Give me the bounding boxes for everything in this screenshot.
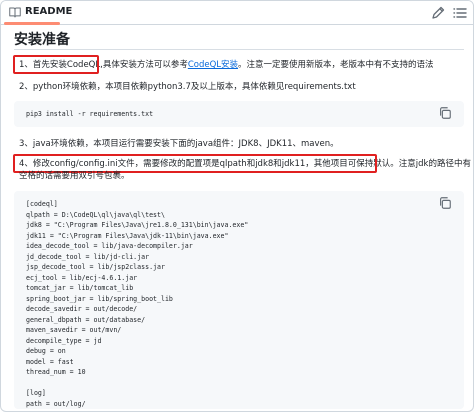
title-divider [14, 49, 464, 50]
copy-icon[interactable] [438, 106, 452, 120]
codeql-install-link[interactable]: CodeQL安装 [188, 60, 238, 70]
config-line: qlpath = D:\CodeQL\ql\java\ql\test\ [26, 210, 165, 219]
step-1-tail: 。注意一定要使用新版本，老版本中有不支持的语法 [238, 60, 434, 70]
config-line: jd_decode_tool = lib/jd-cli.jar [26, 252, 150, 261]
config-code-block: [codeql] qlpath = D:\CodeQL\ql\java\ql\t… [14, 191, 464, 409]
step-4-line-2: 空格的话需要用双引号包裹。 [19, 171, 130, 181]
config-line: tomcat_jar = lib/tomcat_lib [26, 284, 134, 292]
highlight-box-step-1 [13, 55, 99, 74]
config-line: maven_savedir = out/mvn/ [26, 326, 122, 334]
config-line: [log] [26, 389, 46, 397]
readme-header: README [1, 1, 473, 25]
config-line: decode_savedir = out/decode/ [26, 305, 138, 313]
config-line: decompile_type = jd [26, 336, 102, 345]
book-icon [9, 7, 21, 18]
config-ini-content: [codeql] qlpath = D:\CodeQL\ql\java\ql\t… [26, 199, 248, 409]
step-1-mid: 具体安装方法可以参考 [102, 60, 188, 70]
pip-code-block: pip3 install -r requirements.txt [14, 101, 464, 127]
config-line: general_dbpath = out/database/ [26, 315, 146, 324]
readme-tab-label[interactable]: README [25, 6, 72, 17]
page-title: 安装准备 [14, 32, 70, 48]
config-line: path = out/log/ [26, 399, 86, 408]
config-line: jdk8 = "C:\Program Files\Java\jre1.8.0_1… [26, 221, 249, 229]
step-3-paragraph: 3、java环境依赖，本项目运行需要安装下面的java组件：JDK8、JDK11… [19, 139, 339, 149]
active-tab-indicator [4, 22, 60, 25]
config-line: ecj_tool = lib/ecj-4.6.1.jar [26, 273, 138, 282]
config-line: [codeql] [26, 200, 58, 208]
copy-icon[interactable] [438, 196, 452, 210]
step-2-paragraph: 2、python环境依赖，本项目依赖python3.7及以上版本，具体依赖见re… [19, 82, 356, 92]
config-line: jdk11 = "C:\Program Files\Java\jdk-11\bi… [26, 231, 229, 240]
config-line: thread_num = 10 [26, 368, 86, 376]
pencil-icon[interactable] [430, 5, 446, 21]
config-line: jsp_decode_tool = lib/jsp2class.jar [26, 263, 165, 271]
config-line: debug = on [26, 347, 66, 355]
config-line: spring_boot_jar = lib/spring_boot_lib [26, 294, 173, 303]
step-4-tail: 注意jdk的路径中有 [398, 159, 471, 169]
list-icon[interactable] [452, 5, 468, 21]
config-line: model = fast [26, 357, 74, 366]
readme-panel: README 安装准备 1、首先安装CodeQL,具体安装方法可以参考CodeQ… [0, 0, 474, 412]
pip-command: pip3 install -r requirements.txt [26, 110, 154, 118]
config-line: idea_decode_tool = lib/java-decompiler.j… [26, 242, 193, 250]
